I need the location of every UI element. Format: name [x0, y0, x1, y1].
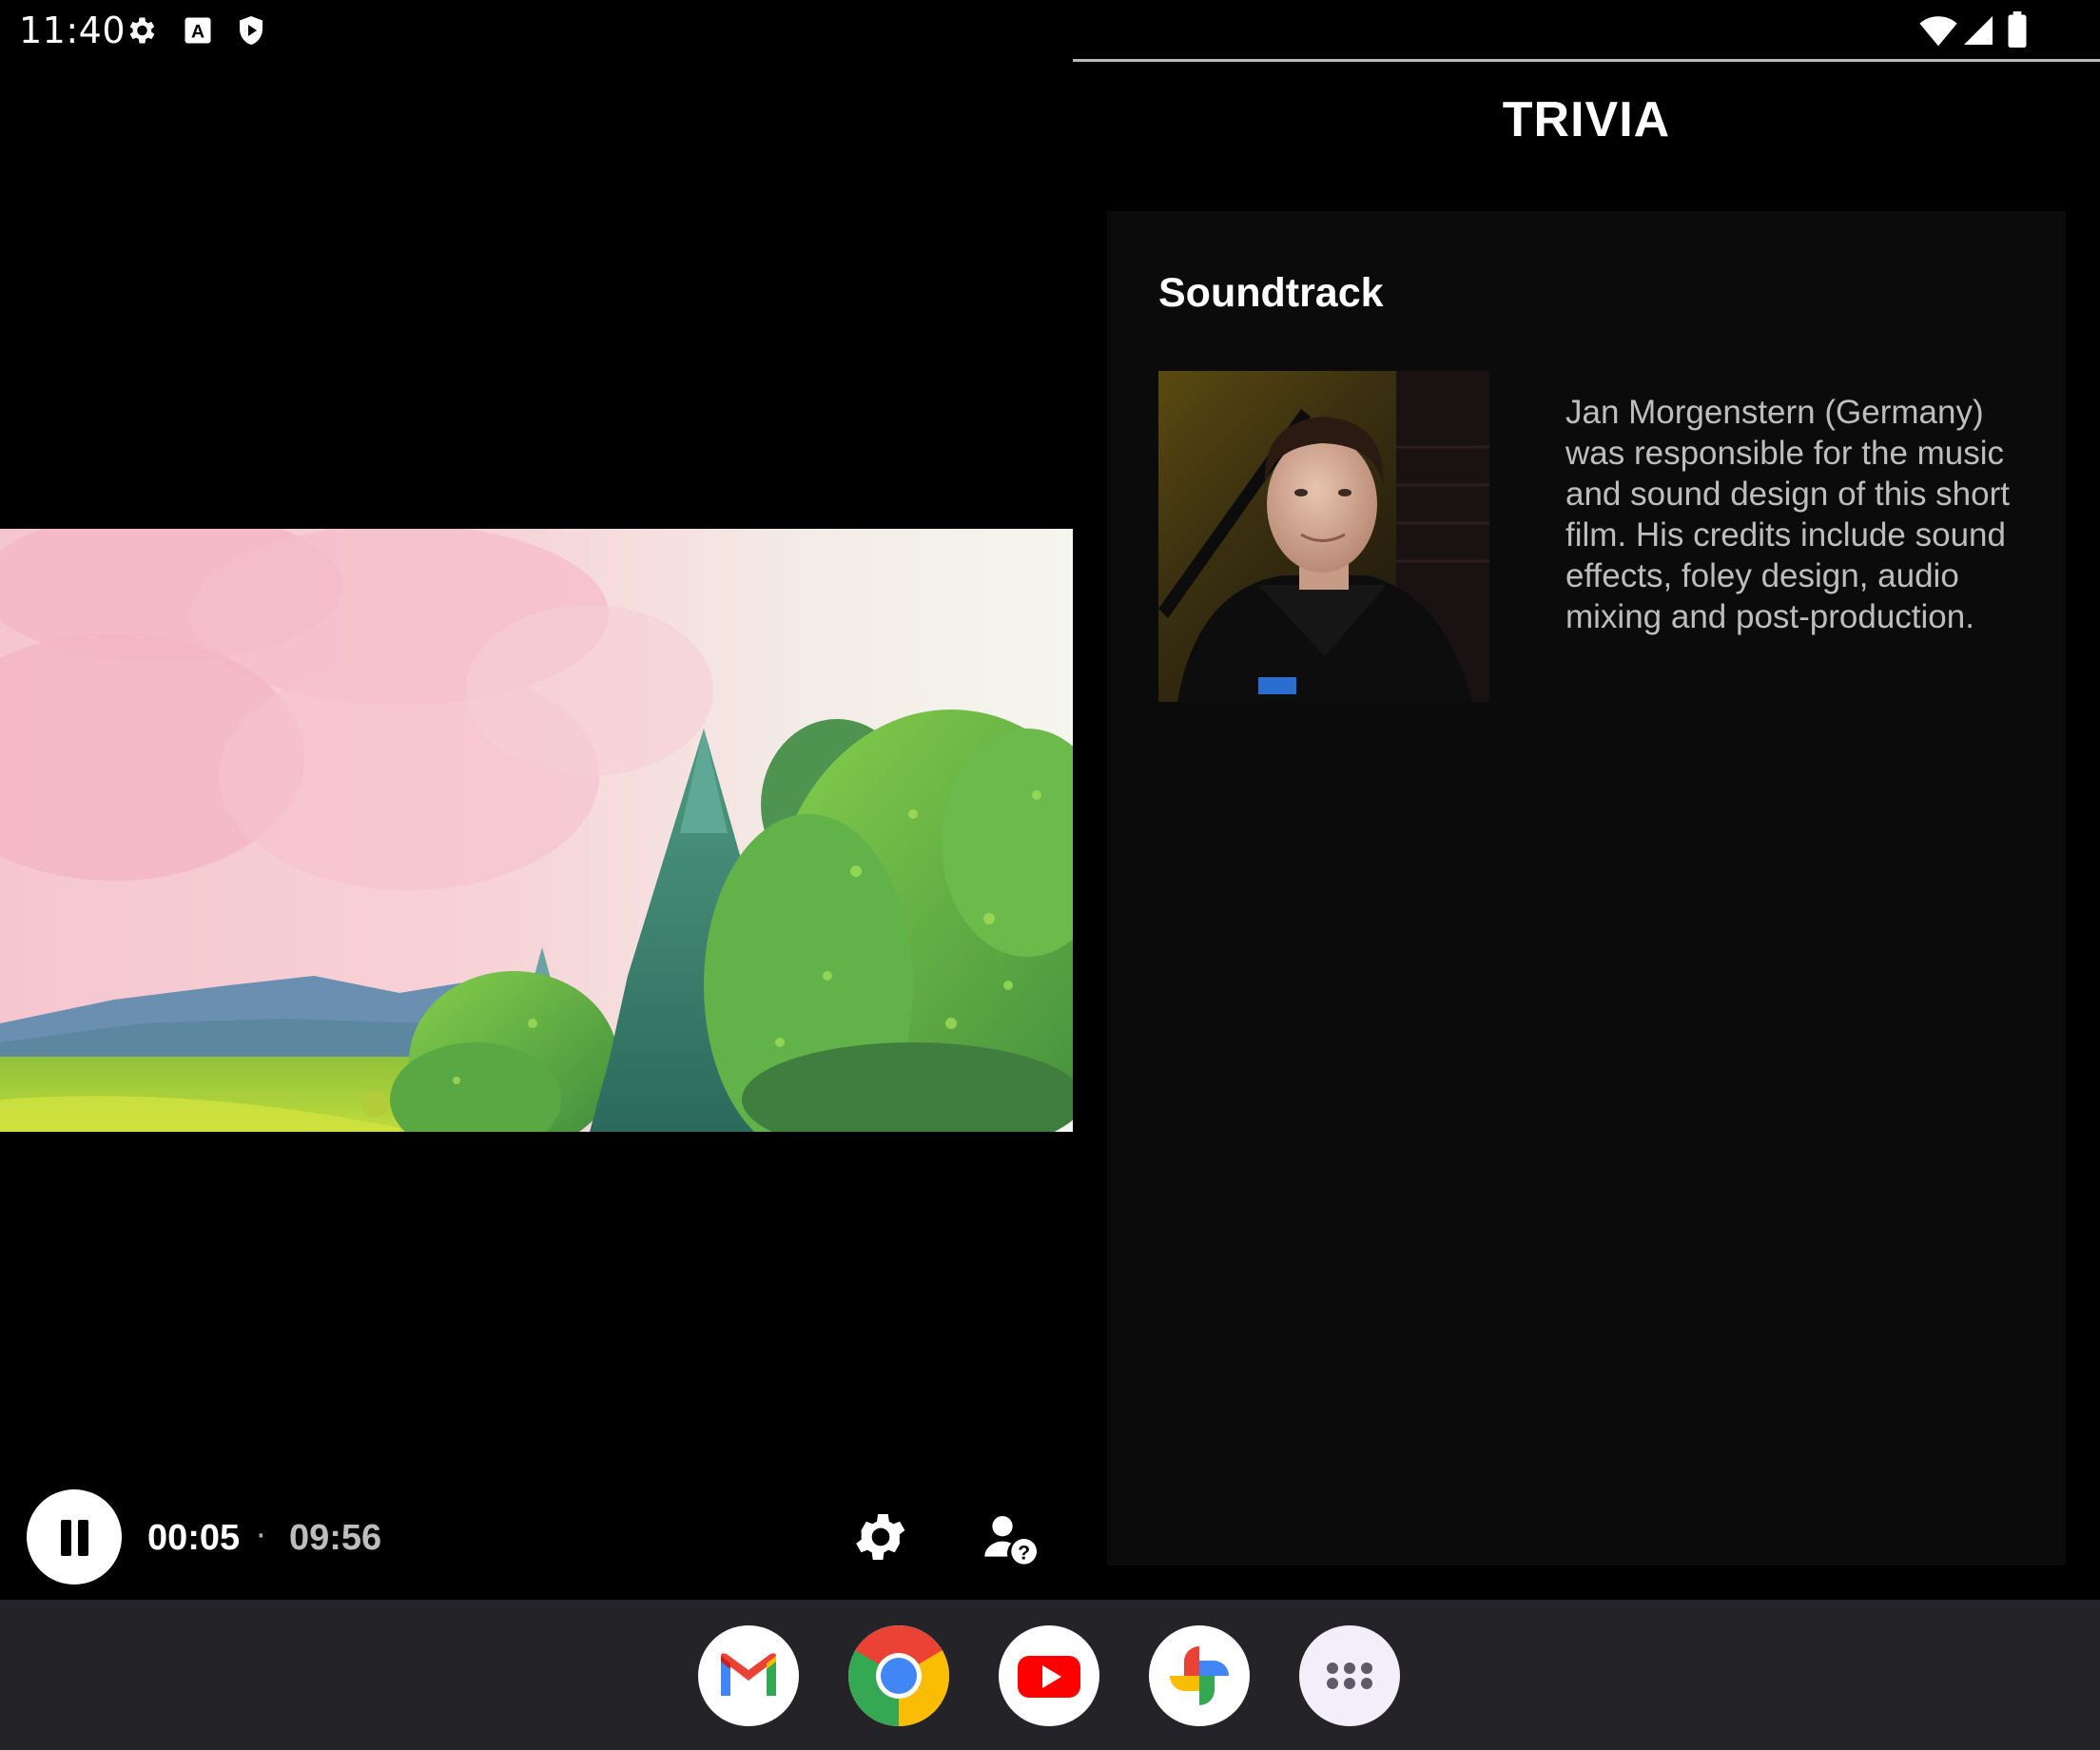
gear-icon: [856, 1514, 905, 1560]
font-a-icon: A: [181, 13, 215, 52]
current-time: 00:05: [147, 1518, 241, 1558]
time-separator: ·: [255, 1514, 267, 1554]
status-time: 11:40: [19, 10, 126, 51]
status-bar: 11:40 A: [0, 0, 2100, 61]
youtube-app[interactable]: [999, 1625, 1099, 1726]
card-heading: Soundtrack: [1158, 270, 1384, 316]
composer-portrait: [1158, 371, 1489, 702]
gmail-icon: [721, 1653, 776, 1696]
screen: 11:40 A 00:05 · 09:56 ? TRIVIA Soundtrac…: [0, 0, 2100, 1750]
wifi-icon: [1919, 13, 1957, 52]
chrome-icon: [848, 1625, 949, 1726]
duration: 09:56: [289, 1518, 382, 1558]
youtube-icon: [1018, 1656, 1080, 1698]
pause-icon-bar-right: [78, 1520, 88, 1556]
card-body-text: Jan Morgenstern (Germany) was responsibl…: [1565, 394, 2010, 635]
cast-info-button[interactable]: ?: [980, 1508, 1040, 1574]
chrome-app[interactable]: [848, 1625, 949, 1726]
app-drawer-icon: [1327, 1662, 1372, 1689]
panel-divider: [1073, 59, 2100, 62]
shield-play-icon: [234, 13, 268, 52]
app-drawer-button[interactable]: [1299, 1625, 1400, 1726]
video-scene: [0, 529, 1073, 1132]
photos-icon: [1170, 1646, 1229, 1705]
settings-button[interactable]: [850, 1507, 911, 1572]
person-help-icon: ?: [984, 1516, 1037, 1565]
trivia-card: Soundtrack Jan Morgenstern (Germany) was…: [1107, 211, 2066, 1565]
photos-app[interactable]: [1149, 1625, 1250, 1726]
pause-button[interactable]: [27, 1489, 122, 1585]
gmail-app[interactable]: [698, 1625, 799, 1726]
cell-signal-icon: [1961, 13, 1995, 52]
pause-icon: [61, 1520, 71, 1556]
svg-text:?: ?: [1018, 1541, 1030, 1564]
video-frame[interactable]: [0, 529, 1073, 1132]
svg-text:A: A: [191, 22, 204, 43]
taskbar: [0, 1600, 2100, 1750]
trivia-title: TRIVIA: [1502, 92, 1671, 147]
battery-icon: [2007, 11, 2028, 52]
settings-gear-icon: [124, 13, 158, 52]
